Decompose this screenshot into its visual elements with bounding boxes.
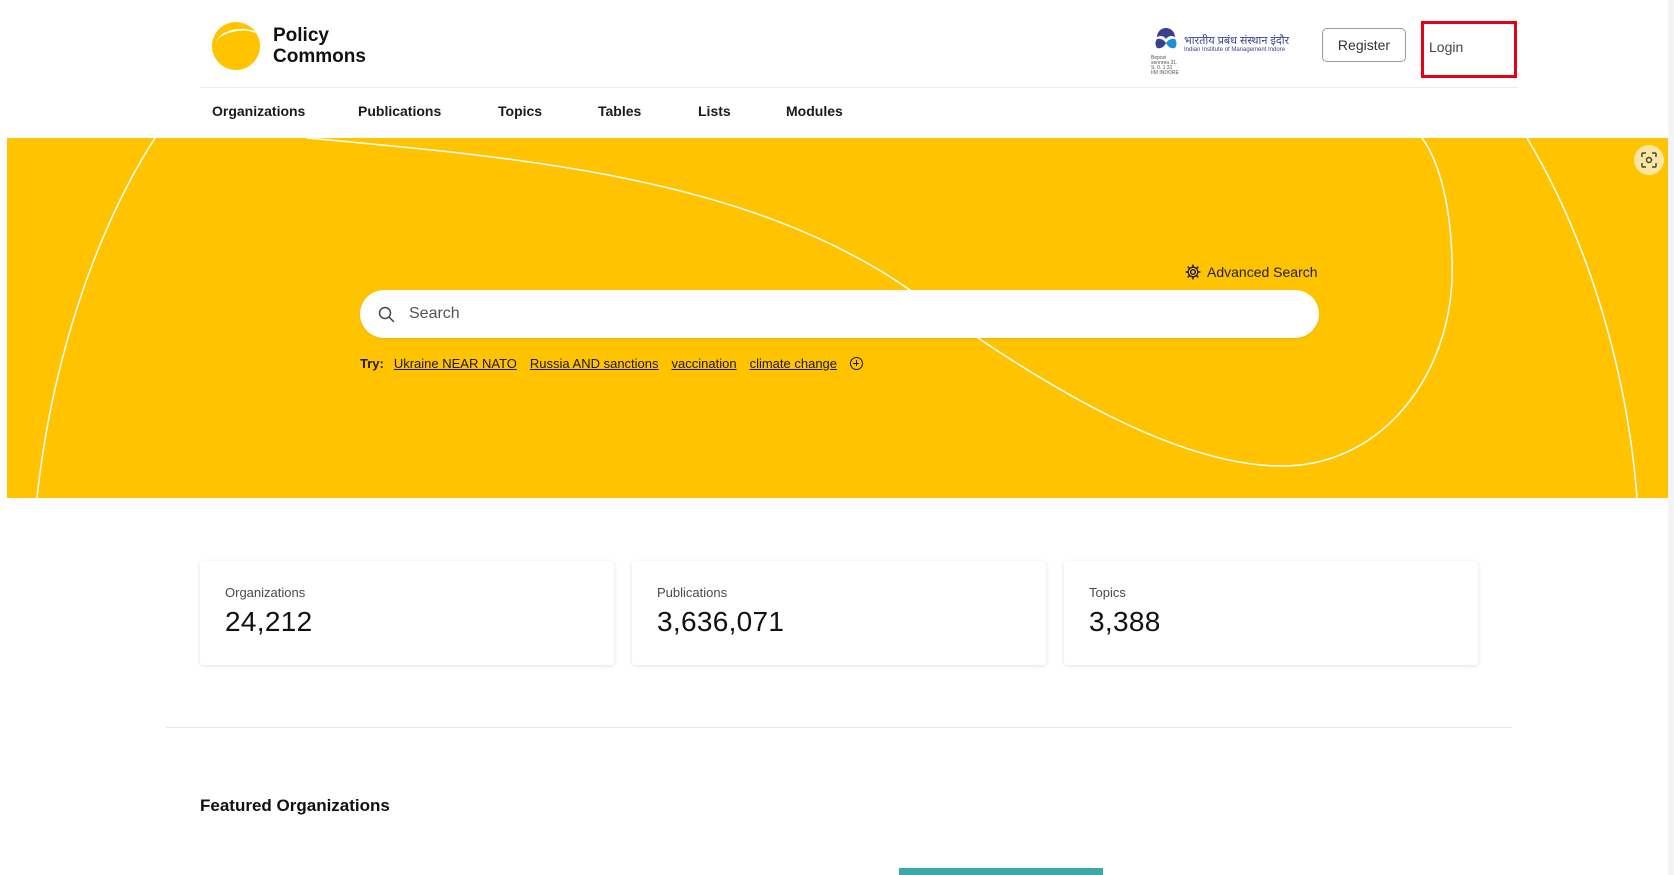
- nav-item-organizations[interactable]: Organizations: [212, 103, 358, 119]
- try-link-ukraine-near-nato[interactable]: Ukraine NEAR NATO: [394, 356, 517, 371]
- featured-organizations-heading: Featured Organizations: [200, 796, 390, 815]
- more-suggestions-plus-icon[interactable]: [850, 357, 864, 370]
- stat-card-publications[interactable]: Publications 3,636,071: [632, 561, 1046, 665]
- stat-label: Organizations: [225, 585, 306, 600]
- advanced-search-link[interactable]: Advanced Search: [1185, 264, 1318, 280]
- stat-card-topics[interactable]: Topics 3,388: [1064, 561, 1478, 665]
- nav-item-publications[interactable]: Publications: [358, 103, 498, 119]
- stat-card-organizations[interactable]: Organizations 24,212: [200, 561, 614, 665]
- institution-emblem-icon: [1155, 28, 1177, 49]
- try-suggestions: Try: Ukraine NEAR NATO Russia AND sancti…: [360, 356, 864, 371]
- policy-commons-logo[interactable]: Policy Commons: [212, 22, 366, 70]
- logo-mark-icon: [212, 22, 260, 70]
- logo-text: Policy Commons: [273, 25, 366, 67]
- stat-value: 3,636,071: [657, 606, 785, 637]
- login-button[interactable]: Login: [1421, 21, 1517, 78]
- featured-organization-card-edge[interactable]: [899, 868, 1103, 875]
- advanced-search-label: Advanced Search: [1207, 264, 1318, 280]
- stat-value: 3,388: [1089, 606, 1161, 637]
- page-scrollbar[interactable]: [1668, 0, 1674, 875]
- logo-line-2: Commons: [273, 46, 366, 67]
- stat-label: Publications: [657, 585, 728, 600]
- search-input[interactable]: [407, 304, 1271, 324]
- institution-name-hindi: भारतीय प्रबंध संस्थान इंदौर: [1184, 35, 1290, 47]
- try-label: Try:: [360, 356, 384, 371]
- main-nav: Organizations Publications Topics Tables…: [212, 103, 886, 119]
- search-bar[interactable]: [360, 290, 1319, 338]
- try-link-vaccination[interactable]: vaccination: [672, 356, 737, 371]
- nav-item-modules[interactable]: Modules: [786, 103, 886, 119]
- header-divider: [200, 87, 1518, 88]
- try-link-climate-change[interactable]: climate change: [750, 356, 837, 371]
- institution-small-text: Bepozi sennrea 31. S. 0. 1:31 IIM INDORE: [1151, 55, 1179, 76]
- search-icon: [378, 306, 395, 322]
- nav-item-tables[interactable]: Tables: [598, 103, 698, 119]
- register-button[interactable]: Register: [1322, 28, 1406, 62]
- camera-scan-icon: [1641, 152, 1657, 168]
- logo-line-1: Policy: [273, 25, 329, 46]
- try-link-russia-and-sanctions[interactable]: Russia AND sanctions: [530, 356, 659, 371]
- institution-logo: भारतीय प्रबंध संस्थान इंदौर Indian Insti…: [1151, 24, 1291, 76]
- gear-icon: [1185, 264, 1201, 280]
- stat-label: Topics: [1089, 585, 1126, 600]
- nav-item-topics[interactable]: Topics: [498, 103, 598, 119]
- nav-item-lists[interactable]: Lists: [698, 103, 786, 119]
- section-divider: [166, 727, 1512, 728]
- institution-name-english: Indian Institute of Management Indore: [1184, 47, 1286, 53]
- stat-value: 24,212: [225, 606, 313, 637]
- screenshot-capture-button[interactable]: [1634, 145, 1664, 175]
- site-header: Policy Commons भारतीय प्रबंध संस्थान इंद…: [0, 0, 1674, 138]
